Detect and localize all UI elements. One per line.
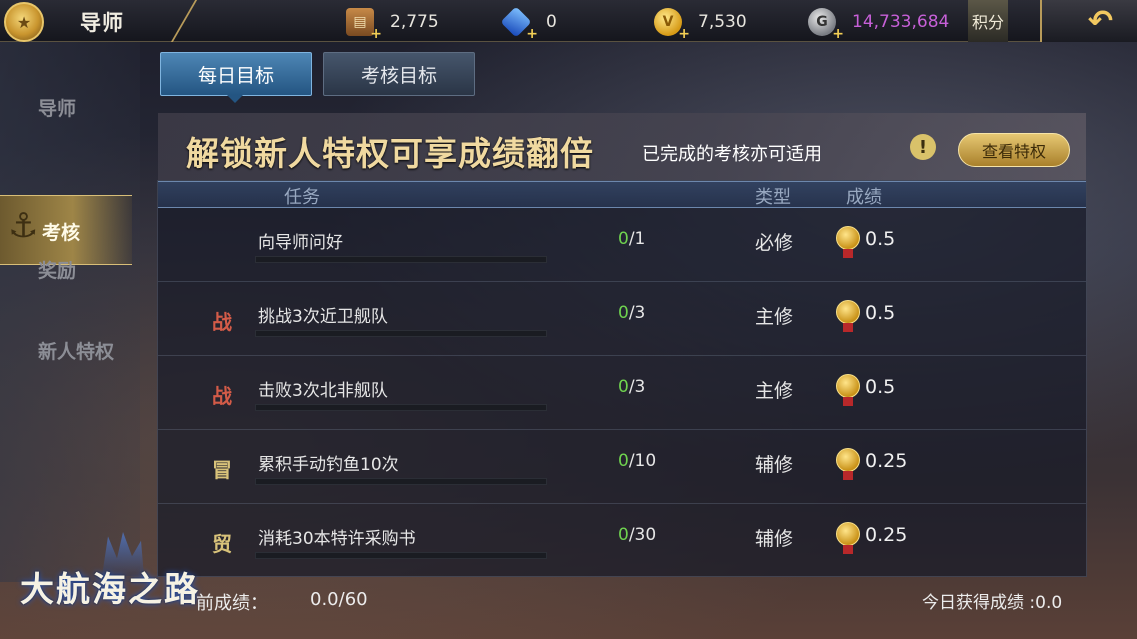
sidebar-item-rewards[interactable]: 奖励: [38, 256, 76, 283]
medal-emblem-icon: ★: [4, 2, 44, 42]
resource-chest[interactable]: ▤ + 2,775: [346, 8, 439, 42]
progress-bar: [255, 552, 547, 559]
back-button[interactable]: ↶: [1040, 0, 1137, 42]
sidebar-item-assessment[interactable]: ⚓ 考核: [0, 195, 132, 265]
table-header: 任务 类型 成绩: [158, 181, 1086, 208]
category-tag: 冒: [212, 458, 232, 482]
table-row[interactable]: 贸 消耗30本特许采购书 0/30 辅修 0.25: [158, 504, 1086, 578]
view-privilege-button[interactable]: 查看特权: [958, 133, 1070, 167]
task-score: 0.25: [865, 450, 908, 472]
resource-value: 7,530: [698, 12, 747, 32]
task-type: 必修: [755, 232, 794, 254]
page-title: 导师: [80, 11, 124, 35]
tab-daily-goals[interactable]: 每日目标: [160, 52, 312, 103]
banner-subtitle: 已完成的考核亦可适用: [642, 144, 822, 165]
table-row[interactable]: 向导师问好 0/1 必修 0.5: [158, 208, 1086, 282]
progress-bar: [255, 404, 547, 411]
resource-value: 14,733,684: [852, 12, 950, 32]
medal-icon: [836, 448, 860, 480]
header-task: 任务: [284, 187, 320, 208]
table-row[interactable]: 冒 累积手动钓鱼10次 0/10 辅修 0.25: [158, 430, 1086, 504]
task-score: 0.5: [865, 302, 896, 324]
task-progress: 0/3: [618, 303, 646, 323]
sidebar-item-mentor[interactable]: 导师: [38, 94, 76, 121]
task-type: 主修: [755, 380, 794, 402]
blue-gem-icon: +: [500, 6, 538, 42]
tab-assessment-goals[interactable]: 考核目标: [323, 52, 475, 96]
header-type: 类型: [755, 187, 791, 208]
sidebar: 导师 ⚓ 考核 奖励 新人特权: [0, 42, 140, 582]
sidebar-item-label: 考核: [42, 222, 81, 244]
privilege-banner: 解锁新人特权可享成绩翻倍 已完成的考核亦可适用 ! 查看特权: [158, 113, 1086, 180]
resource-gem[interactable]: + 0: [500, 6, 557, 42]
category-tag: 贸: [212, 532, 232, 556]
table-row[interactable]: 战 击败3次北非舰队 0/3 主修 0.5: [158, 356, 1086, 430]
medal-icon: [836, 226, 860, 258]
score-button[interactable]: 积分: [968, 0, 1008, 42]
task-type: 主修: [755, 306, 794, 328]
medal-icon: [836, 300, 860, 332]
game-logo: 大航海之路: [20, 570, 200, 610]
task-score: 0.5: [865, 376, 896, 398]
task-score: 0.25: [865, 524, 908, 546]
task-type: 辅修: [755, 454, 794, 476]
task-progress: 0/1: [618, 229, 646, 249]
progress-bar: [255, 478, 547, 485]
anchor-icon: ⚓: [8, 206, 39, 246]
task-table: 任务 类型 成绩 向导师问好 0/1 必修 0.5 战 挑战3次近卫舰队 0/3…: [157, 180, 1087, 577]
table-row[interactable]: 战 挑战3次近卫舰队 0/3 主修 0.5: [158, 282, 1086, 356]
category-tag: 战: [212, 384, 232, 408]
task-name: 挑战3次近卫舰队: [258, 307, 388, 327]
resource-silver[interactable]: G + 14,733,684: [808, 8, 950, 42]
total-score-value: 0.0/60: [310, 589, 368, 610]
task-name: 消耗30本特许采购书: [258, 529, 416, 549]
medal-icon: [836, 522, 860, 554]
chest-icon: ▤ +: [346, 8, 382, 42]
banner-title: 解锁新人特权可享成绩翻倍: [186, 134, 594, 173]
task-progress: 0/3: [618, 377, 646, 397]
today-score: 今日获得成绩 :0.0: [922, 593, 1063, 613]
task-progress: 0/10: [618, 451, 657, 471]
medal-icon: [836, 374, 860, 406]
progress-bar: [255, 330, 547, 337]
header-score: 成绩: [846, 187, 882, 208]
sidebar-item-newbie-privilege[interactable]: 新人特权: [38, 337, 114, 364]
task-score: 0.5: [865, 228, 896, 250]
resource-value: 2,775: [390, 12, 439, 32]
resource-gold[interactable]: V + 7,530: [654, 8, 747, 42]
back-arrow-icon: ↶: [1087, 3, 1114, 39]
task-name: 累积手动钓鱼10次: [258, 455, 399, 475]
task-name: 向导师问好: [258, 233, 343, 253]
task-type: 辅修: [755, 528, 794, 550]
task-progress: 0/30: [618, 525, 657, 545]
task-name: 击败3次北非舰队: [258, 381, 388, 401]
resource-value: 0: [546, 12, 557, 32]
alert-icon[interactable]: !: [910, 134, 936, 160]
progress-bar: [255, 256, 547, 263]
gold-coin-icon: V +: [654, 8, 690, 42]
total-score-label: 前成绩：: [196, 593, 268, 614]
silver-coin-icon: G +: [808, 8, 844, 42]
category-tag: 战: [212, 310, 232, 334]
top-bar: ★ 导师 ▤ + 2,775 + 0 V + 7,530 G + 14,733,684…: [0, 0, 1137, 42]
